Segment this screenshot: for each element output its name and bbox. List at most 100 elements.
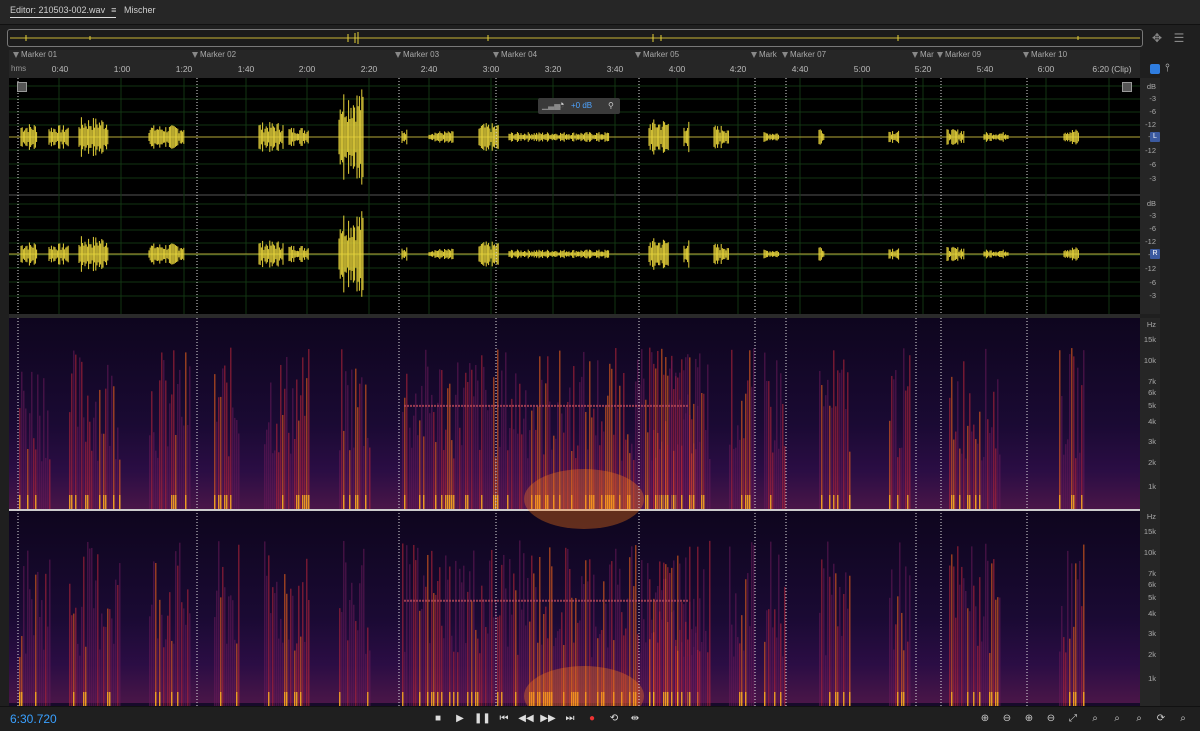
marker-icon [635,51,641,58]
marker-icon [1023,51,1029,58]
db-label: -6 [1149,107,1156,116]
hz-label: 7k [1148,377,1156,386]
marker-02[interactable]: Marker 02 [192,50,236,59]
zoom-in-end-icon[interactable]: ⌕ [1109,712,1125,726]
gain-knob-icon[interactable]: ◔ [558,99,565,111]
play-icon[interactable]: ▶ [452,712,468,726]
loop-icon[interactable]: ⟲ [606,712,622,726]
ruler-tick: 3:40 [606,64,624,74]
db-label: -3 [1149,94,1156,103]
ruler-tick: 6:20 (Clip) [1092,64,1132,74]
amplitude-zoom-icon[interactable] [17,82,27,92]
db-label: -12 [1145,264,1156,273]
db-label: -3 [1149,211,1156,220]
hz-label: 10k [1143,548,1156,557]
zoom-selection-icon[interactable]: ⟳ [1153,712,1169,726]
overview-navigator[interactable] [7,29,1143,47]
transport-bar: 6:30.720 ■ ▶ ❚❚ ⏮ ◀◀ ▶▶ ⏭ ● ⟲ ⇹ ⊕ ⊖ ⊕ ⊖ … [0,706,1200,731]
right-panel-strip [1160,78,1200,706]
hz-label: 5k [1148,401,1156,410]
db-label: -12 [1145,237,1156,246]
pause-icon[interactable]: ❚❚ [474,712,491,726]
hz-label: 4k [1148,609,1156,618]
db-label: -12 [1145,146,1156,155]
marker-icon [13,51,19,58]
playhead-handle-icon[interactable] [1150,64,1160,74]
skip-selection-icon[interactable]: ⇹ [627,712,643,726]
channel-left-badge[interactable]: L [1150,132,1160,142]
ruler-tick: 1:40 [237,64,255,74]
zoom-in-selection-icon[interactable]: ⌕ [1131,712,1147,726]
hz-label: 3k [1148,629,1156,638]
marker-07[interactable]: Marker 07 [782,50,826,59]
record-icon[interactable]: ● [584,712,600,726]
spectral-display[interactable] [9,318,1140,706]
hz-label: 2k [1148,458,1156,467]
pin-icon[interactable]: ⫯ [1165,62,1170,75]
hz-label: 15k [1143,527,1156,536]
db-label: -6 [1149,224,1156,233]
time-ruler[interactable]: hms 0:40 1:00 1:20 1:40 2:00 2:20 2:40 3… [9,62,1140,79]
corner-toggle-icon[interactable] [1122,82,1132,92]
editor-tabs: Editor: 210503-002.wav ≡ Mischer [0,0,1200,25]
marker-03[interactable]: Marker 03 [395,50,439,59]
go-to-start-icon[interactable]: ⏮ [496,712,512,726]
marker-01[interactable]: Marker 01 [13,50,57,59]
current-time-display[interactable]: 6:30.720 [10,712,57,726]
ruler-tick: 4:20 [729,64,747,74]
zoom-navigator-icon[interactable]: ✥ [1148,29,1166,47]
marker-08[interactable]: Mar [912,50,934,59]
ruler-tick: 4:40 [791,64,809,74]
zoom-out-full-icon[interactable]: ⤢ [1065,712,1081,726]
ruler-tick: 3:20 [544,64,562,74]
rewind-icon[interactable]: ◀◀ [518,712,534,726]
db-label: dB [1146,82,1156,91]
gain-hud[interactable]: ▁▃▅ ◔ +0 dB ⚲ [538,98,620,114]
db-scale[interactable]: dB -3 -6 -12 -∞ -12 -6 -3 dB -3 -6 -12 -… [1140,78,1160,314]
marker-06[interactable]: Mark [751,50,777,59]
panel-menu-icon[interactable]: ☰ [1170,29,1188,47]
ruler-tick: 1:00 [113,64,131,74]
channel-right-badge[interactable]: R [1150,249,1160,259]
hz-label: 3k [1148,437,1156,446]
pin-hud-icon[interactable]: ⚲ [608,101,614,110]
fast-forward-icon[interactable]: ▶▶ [540,712,556,726]
zoom-out-amplitude-icon[interactable]: ⊖ [999,712,1015,726]
hz-label: 2k [1148,650,1156,659]
ruler-tick: 0:40 [51,64,69,74]
hz-scale[interactable]: Hz 15k 10k 7k 6k 5k 4k 3k 2k 1k Hz 15k 1… [1140,318,1160,706]
overview-waveform [10,32,1140,44]
ruler-tick: 4:00 [668,64,686,74]
hz-label: 6k [1148,580,1156,589]
stop-icon[interactable]: ■ [430,712,446,726]
menu-icon[interactable]: ≡ [111,5,116,15]
marker-09[interactable]: Marker 09 [937,50,981,59]
zoom-in-time-icon[interactable]: ⊕ [1021,712,1037,726]
hz-label: 5k [1148,593,1156,602]
marker-icon [937,51,943,58]
db-label: dB [1146,199,1156,208]
zoom-reset-icon[interactable]: ⌕ [1175,712,1191,726]
gain-value: +0 dB [571,101,593,110]
marker-04[interactable]: Marker 04 [493,50,537,59]
ruler-tick: 5:20 [914,64,932,74]
tab-mixer-label: Mischer [124,5,156,15]
marker-icon [395,51,401,58]
tab-mixer[interactable]: Mischer [124,5,156,15]
tab-editor[interactable]: Editor: 210503-002.wav ≡ [10,5,117,18]
zoom-in-amplitude-icon[interactable]: ⊕ [977,712,993,726]
zoom-out-time-icon[interactable]: ⊖ [1043,712,1059,726]
db-label: -3 [1149,174,1156,183]
marker-row: Marker 01 Marker 02 Marker 03 Marker 04 … [9,50,1140,62]
ruler-unit: hms [11,64,27,73]
zoom-in-start-icon[interactable]: ⌕ [1087,712,1103,726]
marker-icon [782,51,788,58]
ruler-tick: 5:40 [976,64,994,74]
hz-label: 6k [1148,388,1156,397]
go-to-end-icon[interactable]: ⏭ [562,712,578,726]
tab-editor-label: Editor: 210503-002.wav [10,5,106,15]
ruler-tick: 6:00 [1037,64,1055,74]
marker-05[interactable]: Marker 05 [635,50,679,59]
db-label: -3 [1149,291,1156,300]
marker-10[interactable]: Marker 10 [1023,50,1067,59]
